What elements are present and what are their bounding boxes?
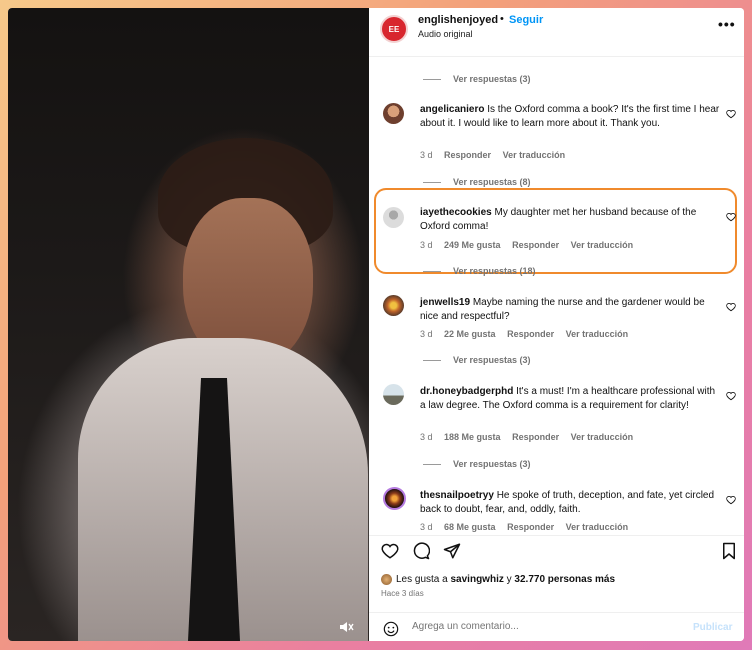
likes-count[interactable]: 188 Me gusta bbox=[444, 432, 501, 442]
comment-age: 3 d bbox=[420, 240, 433, 250]
liker-avatar[interactable] bbox=[381, 574, 392, 585]
comment-text: iayethecookies My daughter met her husba… bbox=[420, 207, 697, 232]
emoji-icon[interactable] bbox=[383, 621, 399, 637]
avatar[interactable] bbox=[383, 295, 404, 316]
likes-count[interactable]: 68 Me gusta bbox=[444, 522, 496, 532]
post-actions: Les gusta a savingwhiz y 32.770 personas… bbox=[369, 535, 744, 641]
comment-age: 3 d bbox=[420, 150, 433, 160]
avatar[interactable] bbox=[383, 103, 404, 124]
view-replies-link[interactable]: Ver respuestas (3) bbox=[423, 459, 531, 469]
add-comment-bar: Publicar bbox=[369, 612, 744, 641]
translate-button[interactable]: Ver traducción bbox=[566, 329, 629, 339]
view-replies-link[interactable]: Ver respuestas (3) bbox=[423, 355, 531, 365]
view-replies-link[interactable]: Ver respuestas (18) bbox=[423, 266, 536, 276]
comment-input[interactable] bbox=[412, 621, 662, 632]
liker-username[interactable]: savingwhiz bbox=[451, 574, 504, 585]
heart-icon[interactable] bbox=[726, 302, 736, 312]
replies-line bbox=[423, 464, 441, 466]
translate-button[interactable]: Ver traducción bbox=[566, 522, 629, 532]
heart-icon[interactable] bbox=[381, 542, 399, 560]
comment-username[interactable]: dr.honeybadgerphd bbox=[420, 386, 513, 397]
paper-plane-icon[interactable] bbox=[443, 542, 461, 560]
comment-bubble-icon[interactable] bbox=[412, 542, 430, 560]
comment-text: dr.honeybadgerphd It's a must! I'm a hea… bbox=[420, 386, 716, 411]
publish-button[interactable]: Publicar bbox=[693, 622, 732, 633]
reel-video[interactable] bbox=[8, 8, 369, 641]
default-avatar[interactable] bbox=[383, 207, 404, 228]
heart-icon[interactable] bbox=[726, 495, 736, 505]
view-replies-link[interactable]: Ver respuestas (8) bbox=[423, 177, 531, 187]
comment-meta: 3 d 68 Me gusta Responder Ver traducción bbox=[420, 522, 637, 532]
reply-button[interactable]: Responder bbox=[512, 240, 559, 250]
heart-icon[interactable] bbox=[726, 212, 736, 222]
reply-button[interactable]: Responder bbox=[444, 150, 491, 160]
view-replies-link[interactable]: Ver respuestas (3) bbox=[423, 74, 531, 84]
translate-button[interactable]: Ver traducción bbox=[571, 432, 634, 442]
bookmark-icon[interactable] bbox=[720, 542, 738, 560]
comment-age: 3 d bbox=[420, 522, 433, 532]
comment-meta: 3 d 188 Me gusta Responder Ver traducció… bbox=[420, 432, 642, 442]
audio-label[interactable]: Audio original bbox=[418, 29, 473, 39]
replies-line bbox=[423, 79, 441, 81]
owner-avatar[interactable]: EE bbox=[380, 15, 408, 43]
comment-username[interactable]: jenwells19 bbox=[420, 297, 470, 308]
comment-text: thesnailpoetryy He spoke of truth, decep… bbox=[420, 490, 715, 515]
reply-button[interactable]: Responder bbox=[507, 329, 554, 339]
follow-button[interactable]: Seguir bbox=[509, 14, 543, 26]
speaker-muted-icon[interactable] bbox=[338, 619, 354, 635]
header-separator: • bbox=[500, 13, 504, 25]
replies-line bbox=[423, 271, 441, 273]
replies-line bbox=[423, 182, 441, 184]
comment-meta: 3 d 22 Me gusta Responder Ver traducción bbox=[420, 329, 637, 339]
replies-line bbox=[423, 360, 441, 362]
comment-text: jenwells19 Maybe naming the nurse and th… bbox=[420, 297, 705, 322]
more-dots-icon[interactable]: ••• bbox=[718, 16, 736, 32]
likes-count[interactable]: 22 Me gusta bbox=[444, 329, 496, 339]
comment-username[interactable]: thesnailpoetryy bbox=[420, 490, 494, 501]
likes-summary: Les gusta a savingwhiz y 32.770 personas… bbox=[381, 574, 615, 585]
likes-count[interactable]: 249 Me gusta bbox=[444, 240, 501, 250]
translate-button[interactable]: Ver traducción bbox=[503, 150, 566, 160]
comment-meta: 3 d Responder Ver traducción bbox=[420, 150, 574, 160]
reply-button[interactable]: Responder bbox=[512, 432, 559, 442]
owner-username[interactable]: englishenjoyed bbox=[418, 14, 498, 26]
post-side-panel: EE englishenjoyed • Seguir Audio origina… bbox=[369, 8, 744, 641]
comment-text: angelicaniero Is the Oxford comma a book… bbox=[420, 104, 720, 129]
comment-list[interactable]: Ver respuestas (3) angelicaniero Is the … bbox=[369, 57, 744, 535]
comment-age: 3 d bbox=[420, 432, 433, 442]
comment-username[interactable]: iayethecookies bbox=[420, 207, 492, 218]
avatar[interactable] bbox=[383, 487, 406, 510]
comment-age: 3 d bbox=[420, 329, 433, 339]
translate-button[interactable]: Ver traducción bbox=[571, 240, 634, 250]
comment-meta: 3 d 249 Me gusta Responder Ver traducció… bbox=[420, 240, 642, 250]
comment-username[interactable]: angelicaniero bbox=[420, 104, 484, 115]
heart-icon[interactable] bbox=[726, 109, 736, 119]
post-time: Hace 3 días bbox=[381, 589, 424, 598]
instagram-post-window: EE englishenjoyed • Seguir Audio origina… bbox=[8, 8, 744, 641]
avatar[interactable] bbox=[383, 384, 404, 405]
reply-button[interactable]: Responder bbox=[507, 522, 554, 532]
post-header: EE englishenjoyed • Seguir Audio origina… bbox=[369, 8, 744, 57]
likes-total[interactable]: 32.770 personas más bbox=[514, 574, 615, 585]
heart-icon[interactable] bbox=[726, 391, 736, 401]
